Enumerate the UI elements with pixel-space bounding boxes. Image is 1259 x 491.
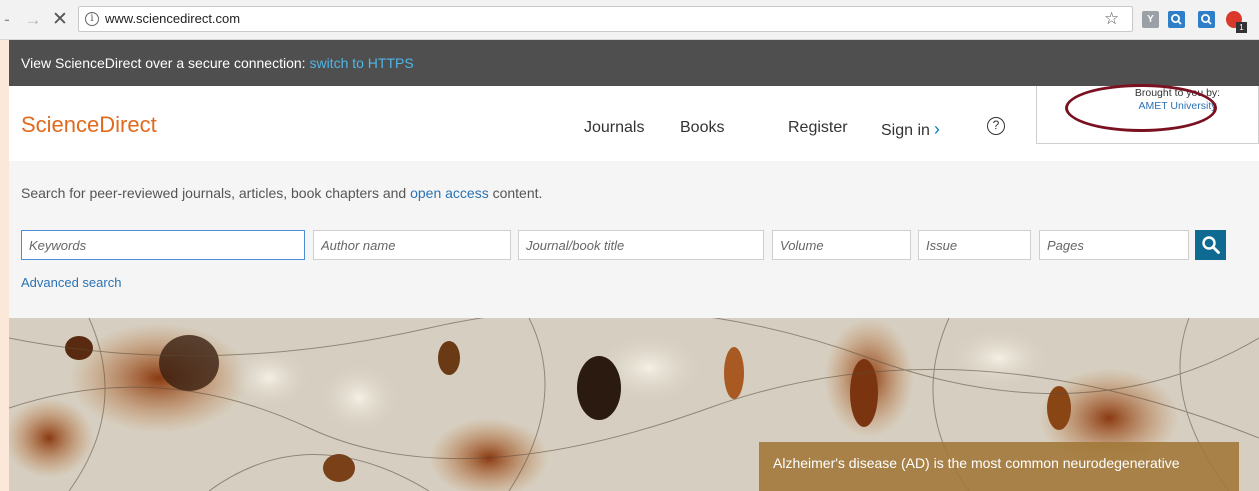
author-name-input[interactable] [313, 230, 511, 260]
nav-books[interactable]: Books [680, 119, 724, 137]
forward-button[interactable]: → [24, 9, 42, 31]
search-panel: Search for peer-reviewed journals, artic… [9, 161, 1259, 318]
journal-title-input[interactable] [518, 230, 764, 260]
search-intro-end: content. [488, 185, 543, 201]
issue-input[interactable] [918, 230, 1031, 260]
https-banner: View ScienceDirect over a secure connect… [9, 40, 1259, 86]
advanced-search-link[interactable]: Advanced search [21, 275, 121, 290]
back-button[interactable]: - [0, 9, 14, 31]
nav-register[interactable]: Register [788, 119, 848, 137]
sign-in-label: Sign in [881, 122, 930, 139]
search-button[interactable] [1195, 230, 1226, 260]
site-info-icon[interactable]: i [85, 12, 99, 26]
extension-search-icon[interactable] [1168, 11, 1185, 28]
extension-y-icon[interactable]: Y [1142, 11, 1159, 28]
search-intro-text: Search for peer-reviewed journals, artic… [21, 185, 411, 201]
stop-loading-button[interactable]: ✕ [50, 9, 70, 31]
nav-journals[interactable]: Journals [584, 119, 644, 137]
nav-sign-in[interactable]: Sign in › [881, 119, 940, 140]
page-content: View ScienceDirect over a secure connect… [9, 40, 1259, 491]
browser-toolbar: - → ✕ i www.sciencedirect.com ☆ Y 1 [0, 0, 1259, 40]
search-intro: Search for peer-reviewed journals, artic… [21, 185, 542, 201]
pages-input[interactable] [1039, 230, 1189, 260]
help-icon[interactable]: ? [987, 117, 1005, 135]
url-text[interactable]: www.sciencedirect.com [105, 11, 240, 26]
extension-search-icon-2[interactable] [1198, 11, 1215, 28]
annotation-ellipse [1065, 84, 1217, 132]
hero-image: Alzheimer's disease (AD) is the most com… [9, 318, 1259, 491]
bookmark-star-icon[interactable]: ☆ [1104, 9, 1119, 29]
chevron-right-icon: › [933, 119, 940, 139]
address-bar[interactable]: i www.sciencedirect.com [78, 6, 1133, 32]
open-access-link[interactable]: open access [410, 185, 489, 201]
volume-input[interactable] [772, 230, 911, 260]
https-banner-text: View ScienceDirect over a secure connect… [21, 55, 310, 71]
switch-to-https-link[interactable]: switch to HTTPS [309, 55, 413, 71]
hero-caption[interactable]: Alzheimer's disease (AD) is the most com… [759, 442, 1239, 491]
search-icon [1202, 236, 1220, 254]
sciencedirect-logo[interactable]: ScienceDirect [21, 112, 157, 138]
keywords-input[interactable] [21, 230, 305, 260]
extension-badge: 1 [1236, 22, 1247, 33]
